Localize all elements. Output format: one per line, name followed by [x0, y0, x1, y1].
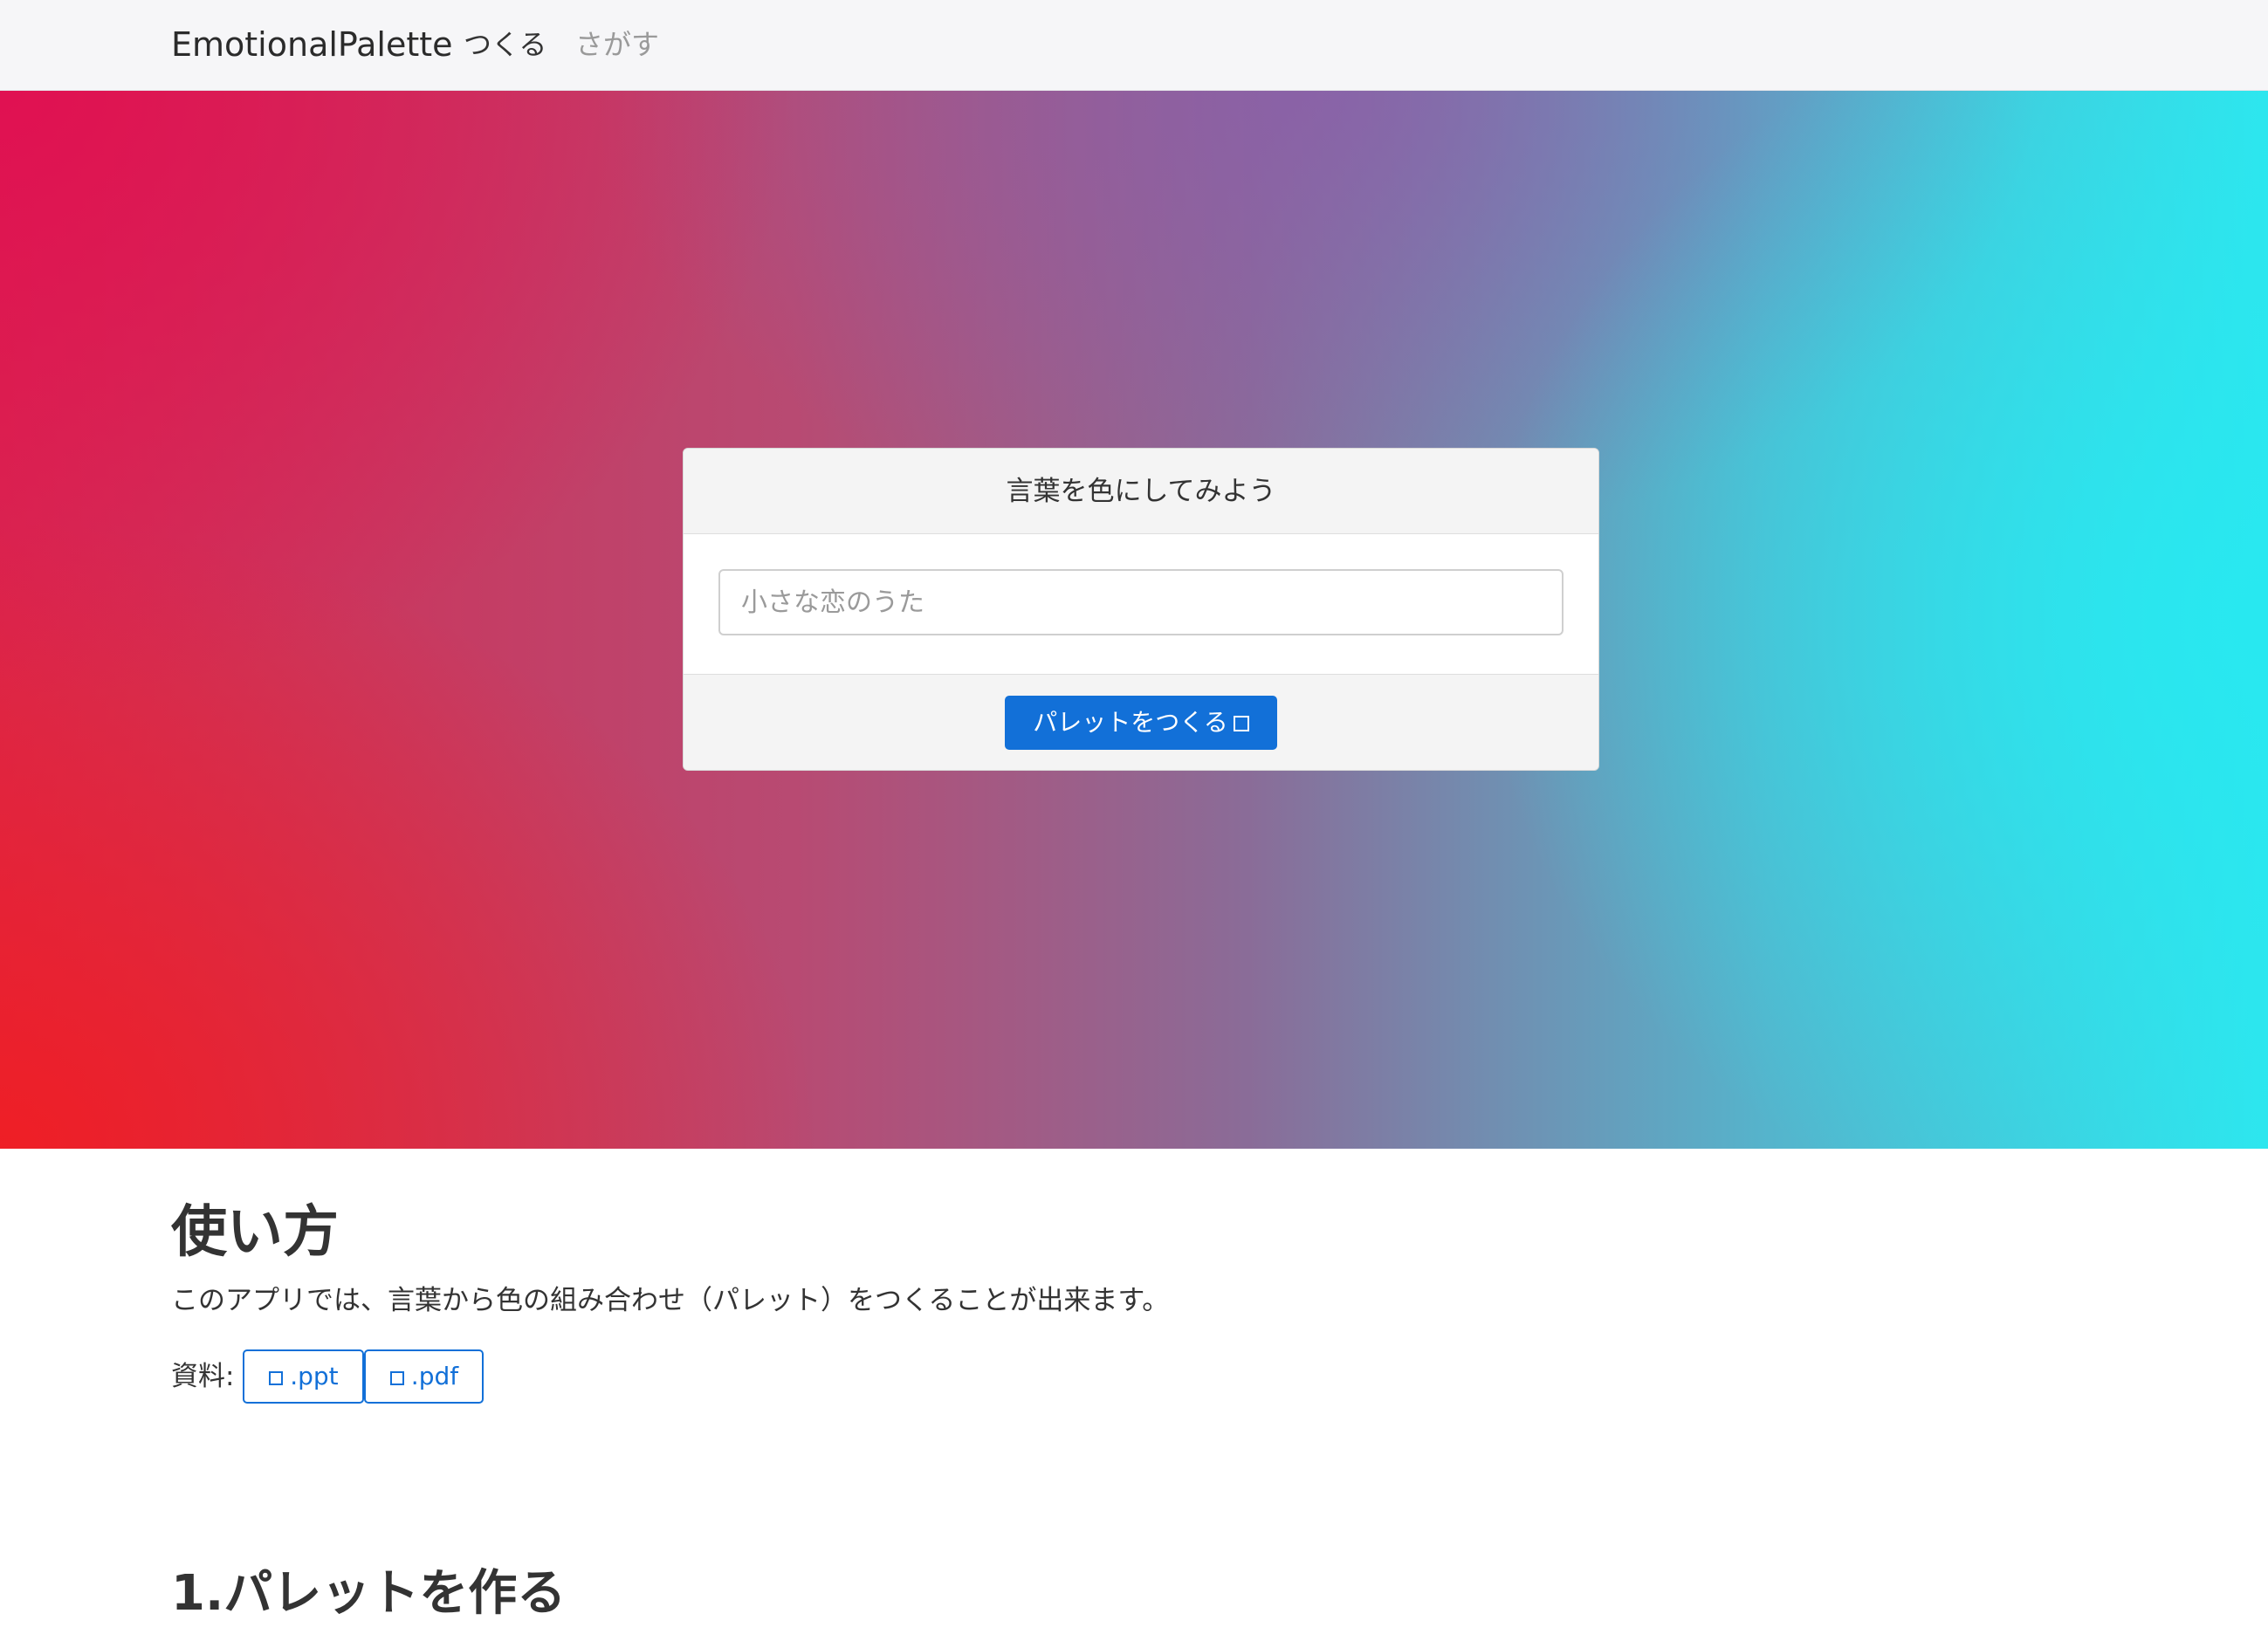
usage-description: このアプリでは、言葉から色の組み合わせ（パレット）をつくることが出来ます。 — [171, 1285, 1170, 1316]
pdf-label: .pdf — [410, 1362, 459, 1390]
brand-link[interactable]: EmotionalPalette — [171, 23, 453, 66]
card-footer: パレットをつくる — [684, 674, 1598, 770]
box-icon — [1233, 716, 1249, 731]
word-input[interactable] — [718, 569, 1564, 635]
nav-link-search[interactable]: さがす — [575, 24, 659, 65]
usage-heading: 使い方 — [171, 1200, 339, 1265]
palette-create-card: 言葉を色にしてみよう パレットをつくる — [683, 448, 1599, 771]
card-header: 言葉を色にしてみよう — [684, 449, 1598, 534]
download-ppt-button[interactable]: .ppt — [243, 1349, 365, 1404]
box-icon — [269, 1371, 284, 1385]
materials-row: 資料: .ppt .pdf — [171, 1349, 485, 1404]
section-1-heading: 1.パレットを作る — [171, 1565, 567, 1622]
create-palette-button[interactable]: パレットをつくる — [1005, 696, 1277, 750]
materials-label: 資料: — [171, 1361, 235, 1392]
ppt-label: .ppt — [290, 1362, 339, 1390]
top-navbar: EmotionalPalette つくる さがす — [0, 0, 2268, 91]
download-pdf-button[interactable]: .pdf — [364, 1349, 485, 1404]
card-body — [684, 534, 1598, 674]
box-icon — [389, 1371, 404, 1385]
create-palette-button-label: パレットをつくる — [1033, 708, 1228, 737]
nav-link-create[interactable]: つくる — [464, 24, 546, 65]
